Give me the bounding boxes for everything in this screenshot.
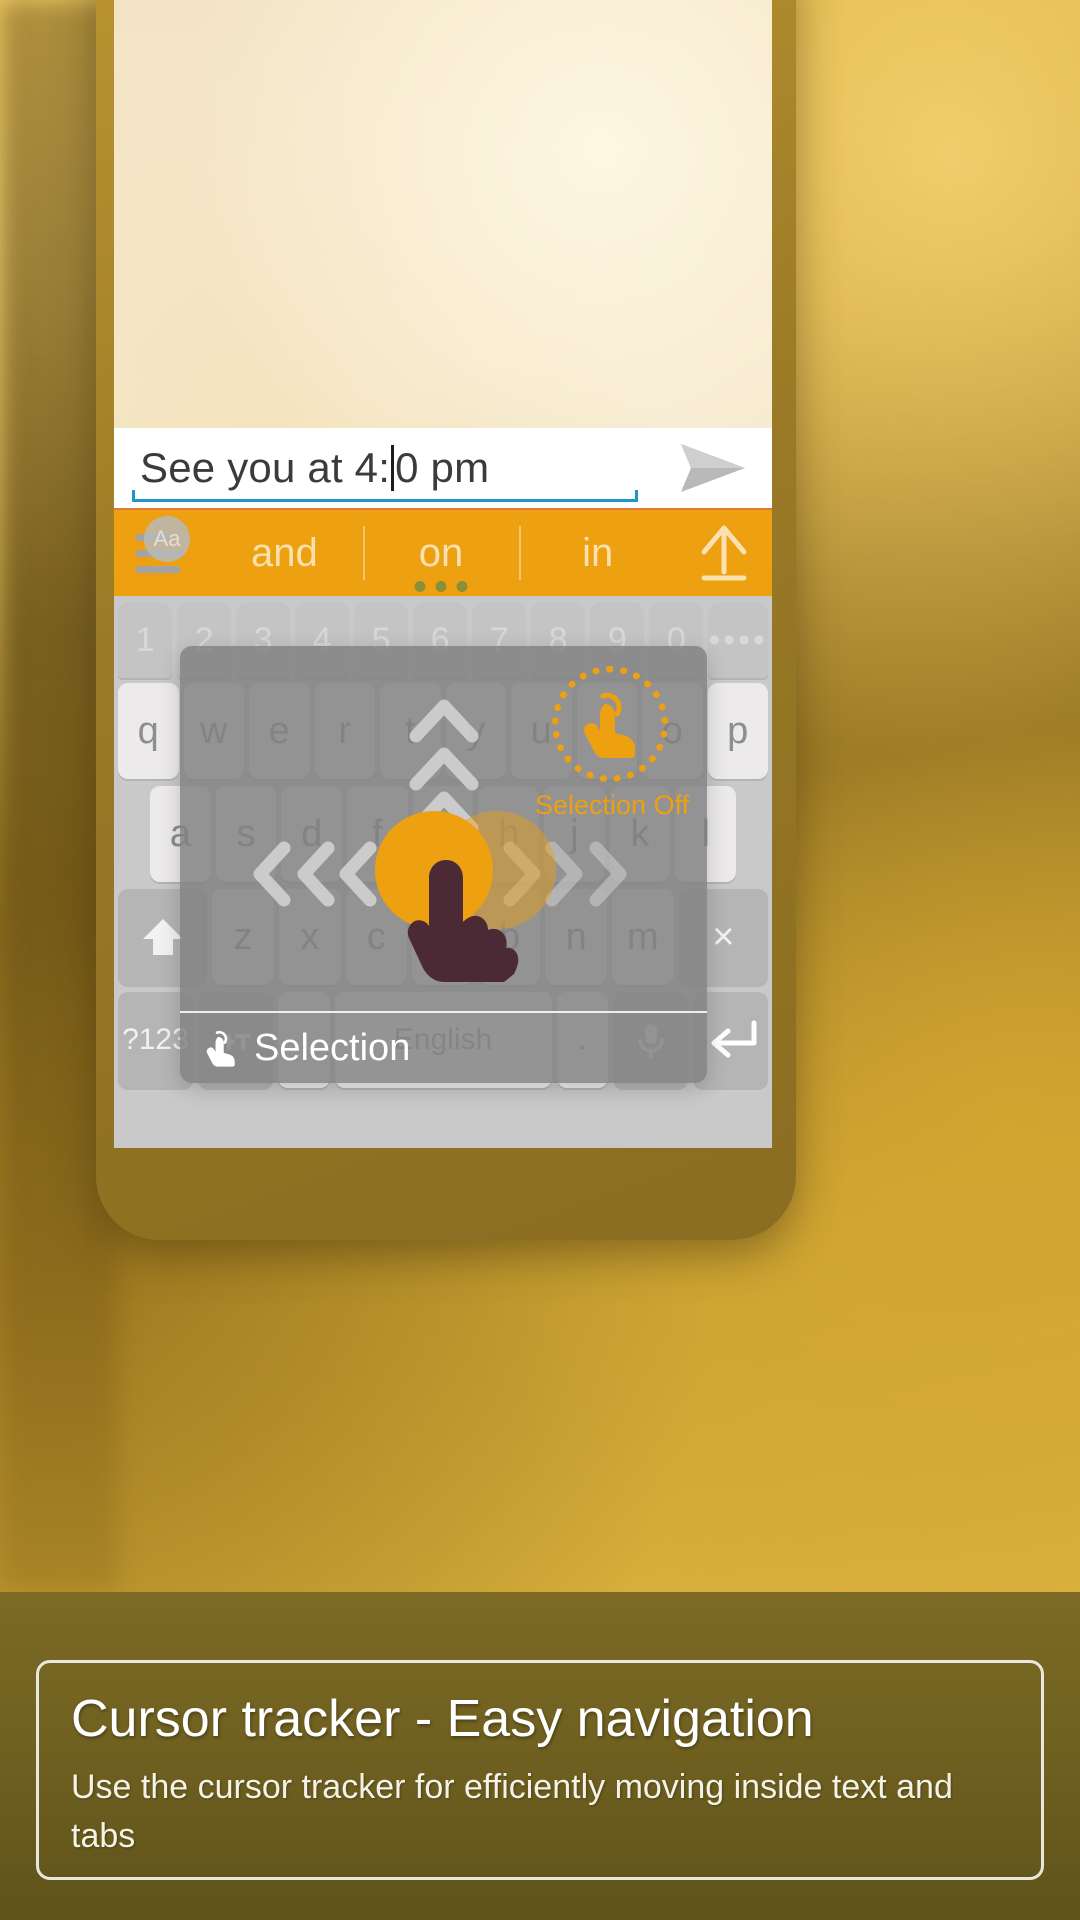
suggestion-bar: Aa and on in [114, 508, 772, 596]
input-underline [132, 490, 638, 502]
suggestion-more-dots [414, 581, 468, 592]
send-icon [681, 444, 745, 492]
send-button[interactable] [654, 428, 772, 508]
selection-off-ring [552, 666, 668, 782]
caption-box: Cursor tracker - Easy navigation Use the… [36, 1660, 1044, 1880]
tap-finger-icon [206, 1030, 235, 1067]
message-input-row[interactable]: See you at 4: 0 pm [114, 428, 772, 508]
message-input-text: See you at 4: 0 pm [140, 445, 489, 491]
suggestion-item-1[interactable]: on [362, 510, 520, 596]
selection-off-label: Selection Off [535, 790, 690, 820]
pointing-hand-icon [407, 860, 519, 982]
keyboard-menu-button[interactable]: Aa [114, 510, 206, 596]
key-1[interactable]: 1 [118, 602, 173, 678]
screenshot-root: See you at 4: 0 pm Aa and on in 1 2 3 4 … [0, 0, 1080, 1920]
cursor-tracker-pad[interactable]: Selection Off [180, 646, 707, 1011]
cursor-tracker-footer[interactable]: Selection [180, 1011, 707, 1083]
text-caret [391, 445, 395, 491]
selection-off-badge[interactable]: Selection Off [535, 666, 690, 821]
suggestion-item-2[interactable]: in [519, 510, 676, 596]
enter-arrow-icon [711, 1020, 757, 1058]
caption-subtitle: Use the cursor tracker for efficiently m… [71, 1768, 953, 1856]
aa-badge: Aa [144, 516, 190, 562]
suggestion-label: in [582, 530, 614, 575]
suggestion-label: and [250, 530, 318, 575]
message-text-after-caret: 0 pm [395, 444, 490, 491]
tap-finger-icon [584, 692, 635, 758]
key-q[interactable]: q [118, 683, 179, 779]
cursor-tracker-overlay[interactable]: Selection Off Selection [180, 646, 707, 1083]
suggestion-expand-button[interactable] [676, 510, 772, 596]
cursor-tracker-footer-label: Selection [254, 1026, 411, 1069]
caption-title: Cursor tracker - Easy navigation [71, 1690, 814, 1748]
key-more-symbols[interactable]: •••• [708, 602, 768, 678]
key-p[interactable]: p [707, 683, 768, 779]
message-input-wrap[interactable]: See you at 4: 0 pm [114, 428, 654, 508]
suggestion-item-0[interactable]: and [206, 510, 363, 596]
suggestion-label: on [418, 530, 464, 575]
expand-up-arrow-icon [701, 525, 747, 581]
message-text-before-caret: See you at 4: [140, 444, 391, 491]
shift-up-icon [142, 919, 183, 955]
chevron-left-group-icon[interactable] [250, 838, 380, 908]
